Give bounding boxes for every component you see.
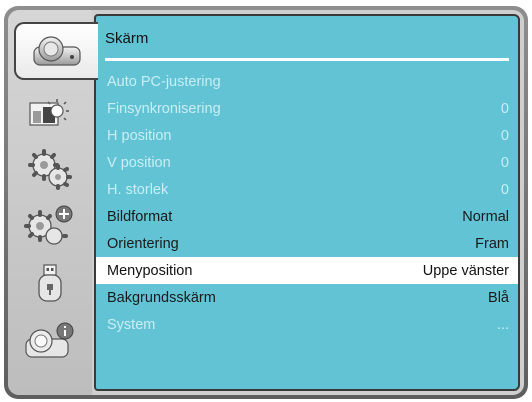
menu-item-value: Normal: [462, 208, 509, 225]
menu-item-value: Blå: [488, 289, 509, 306]
menu-item-value: 0: [500, 127, 509, 144]
tab-picture[interactable]: [8, 84, 92, 142]
menu-item-system[interactable]: System ...: [96, 311, 518, 338]
tab-usb[interactable]: [8, 254, 92, 312]
sidebar: [8, 10, 98, 395]
usb-drive-icon: [30, 261, 70, 305]
menu-item-auto-pc[interactable]: Auto PC-justering: [96, 68, 518, 95]
menu-item-label: Menyposition: [107, 262, 193, 279]
menu-item-value: 0: [500, 181, 509, 198]
menu-item-value: Uppe vänster: [422, 262, 509, 279]
gears-icon: [24, 147, 76, 191]
menu-item-fine-sync[interactable]: Finsynkronisering 0: [96, 95, 518, 122]
gears-plus-icon: [22, 202, 78, 248]
menu-item-orientation[interactable]: Orientering Fram: [96, 230, 518, 257]
projector-info-icon: [22, 319, 78, 363]
projector-icon: [31, 33, 83, 69]
menu-item-label: Bakgrundsskärm: [107, 289, 216, 306]
picture-brightness-icon: [24, 93, 76, 133]
tab-setup[interactable]: [8, 140, 92, 198]
menu-item-label: V position: [107, 154, 171, 171]
page-title: Skärm: [105, 30, 149, 47]
title-divider: [105, 58, 509, 61]
menu-item-background[interactable]: Bakgrundsskärm Blå: [96, 284, 518, 311]
menu-item-aspect[interactable]: Bildformat Normal: [96, 203, 518, 230]
menu-item-h-size[interactable]: H. storlek 0: [96, 176, 518, 203]
menu-item-label: Orientering: [107, 235, 179, 252]
menu-item-value: 0: [500, 154, 509, 171]
menu-item-value: 0: [500, 100, 509, 117]
menu-list: Auto PC-justering Finsynkronisering 0 H …: [96, 68, 518, 338]
menu-item-menu-position[interactable]: Menyposition Uppe vänster: [96, 257, 518, 284]
menu-item-label: Finsynkronisering: [107, 100, 221, 117]
menu-item-v-position[interactable]: V position 0: [96, 149, 518, 176]
tab-display[interactable]: [14, 22, 98, 80]
menu-panel: Skärm Auto PC-justering Finsynkroniserin…: [94, 14, 520, 391]
osd-inner: Skärm Auto PC-justering Finsynkroniserin…: [8, 10, 524, 395]
menu-item-value: Fram: [475, 235, 509, 252]
osd-frame: Skärm Auto PC-justering Finsynkroniserin…: [4, 6, 528, 399]
menu-item-label: Auto PC-justering: [107, 73, 221, 90]
menu-item-label: H position: [107, 127, 172, 144]
menu-item-value: ...: [496, 316, 509, 333]
menu-item-label: System: [107, 316, 156, 333]
menu-item-h-position[interactable]: H position 0: [96, 122, 518, 149]
tab-expanded-setup[interactable]: [8, 196, 92, 254]
menu-item-label: Bildformat: [107, 208, 173, 225]
tab-info[interactable]: [8, 312, 92, 370]
menu-item-label: H. storlek: [107, 181, 169, 198]
